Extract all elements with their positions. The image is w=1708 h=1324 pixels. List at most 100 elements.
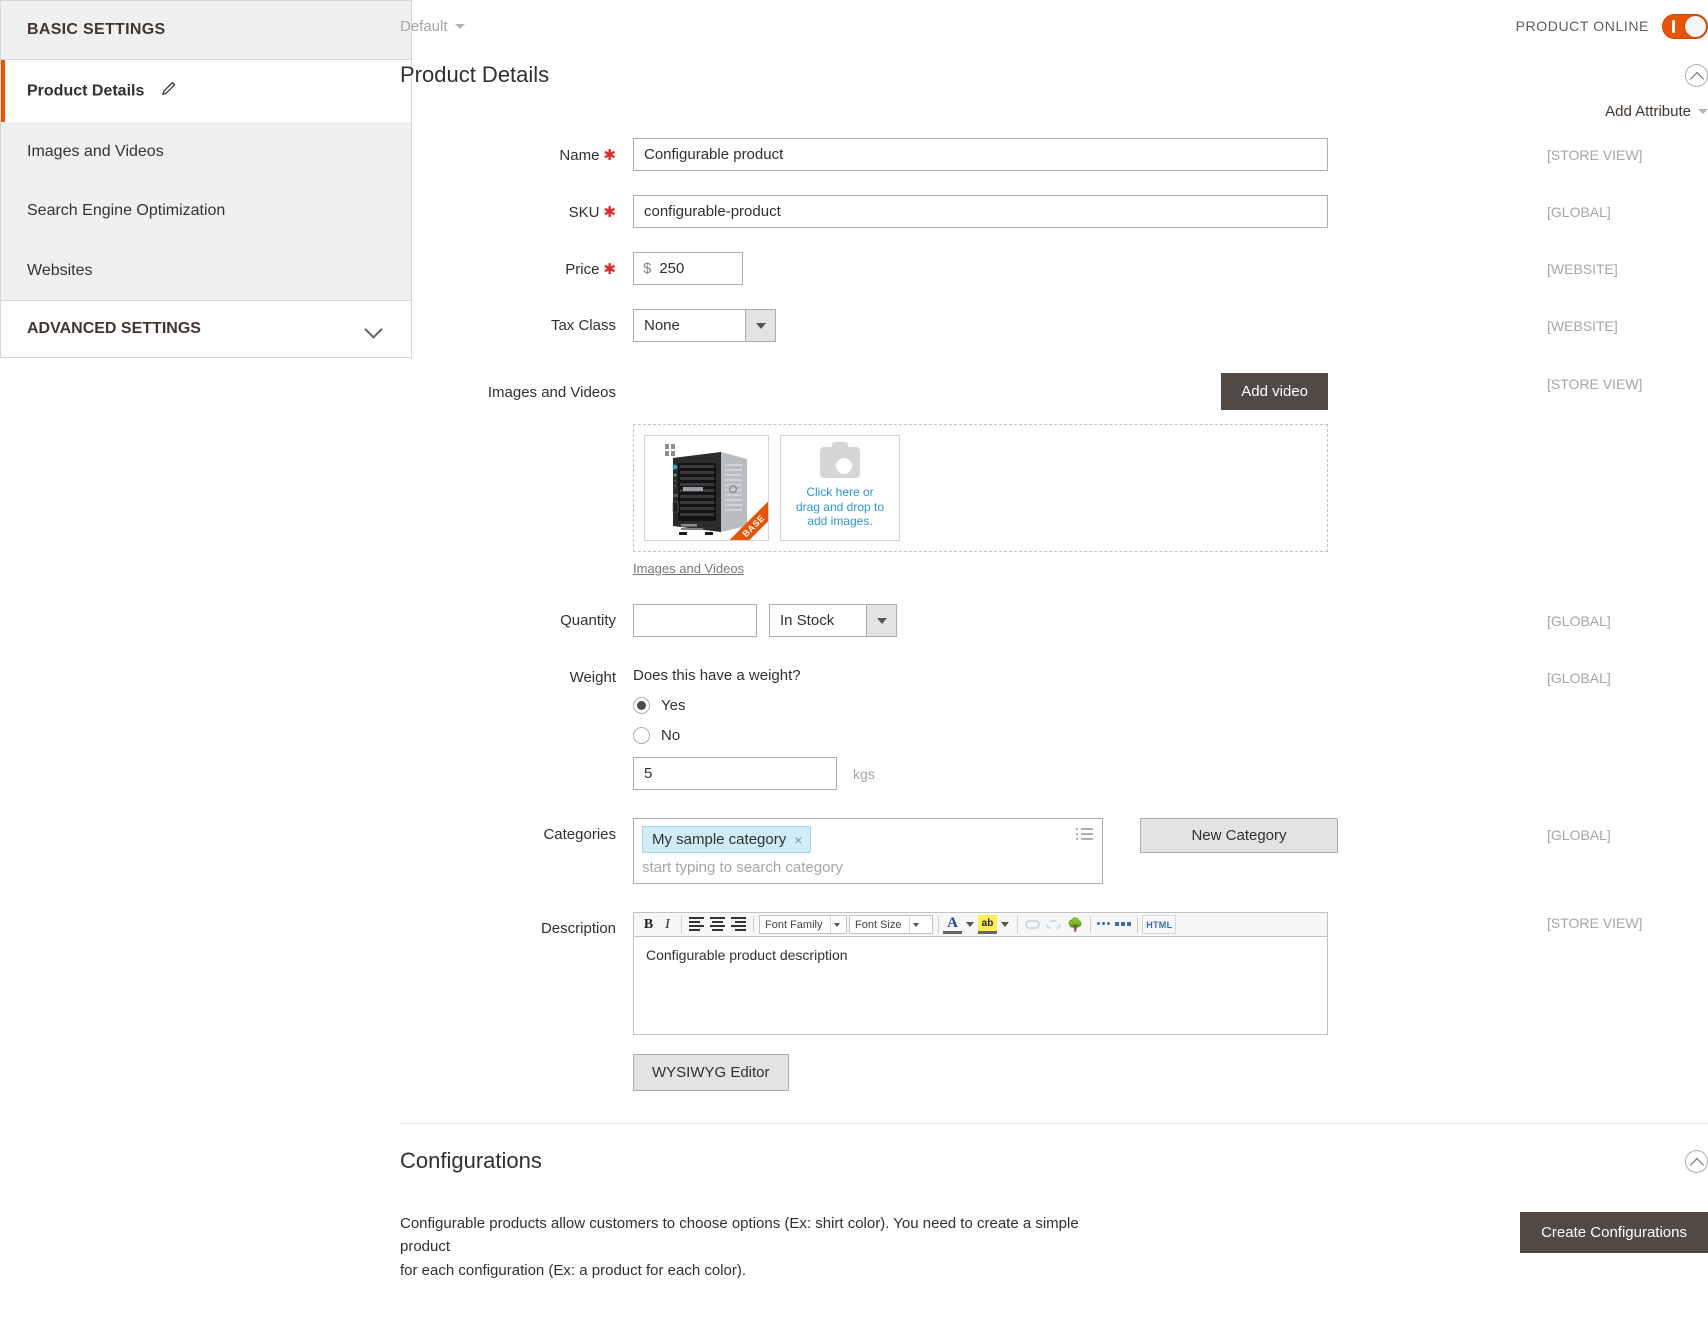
categories-control: My sample category × start typing to sea… — [633, 818, 1533, 884]
field-row-description: Description B I Font Family Font Size A … — [400, 912, 1708, 1091]
pencil-icon[interactable] — [161, 80, 178, 102]
font-family-select[interactable]: Font Family — [759, 915, 847, 934]
add-video-button[interactable]: Add video — [1221, 373, 1328, 410]
toolbar-divider — [753, 916, 754, 933]
weight-scope: [GLOBAL] — [1547, 670, 1611, 686]
font-size-select[interactable]: Font Size — [849, 915, 933, 934]
bold-icon[interactable]: B — [639, 915, 658, 934]
tax-class-control: None — [633, 309, 1533, 342]
background-color-icon[interactable]: ab — [978, 915, 997, 934]
weight-unit: kgs — [853, 765, 875, 782]
tax-class-scope: [WEBSITE] — [1547, 318, 1618, 334]
toolbar-divider — [681, 916, 682, 933]
tax-class-label: Tax Class — [550, 317, 616, 334]
weight-yes-option[interactable]: Yes — [633, 697, 1533, 714]
weight-no-option[interactable]: No — [633, 727, 1533, 744]
chevron-down-icon — [1698, 109, 1708, 114]
toolbar-divider — [938, 916, 939, 933]
description-scope: [STORE VIEW] — [1547, 915, 1643, 931]
add-attribute-button[interactable]: Add Attribute — [1605, 103, 1708, 120]
text-color-icon[interactable]: A — [943, 915, 962, 934]
product-image-thumbnail[interactable]: BASE — [644, 435, 769, 541]
field-row-sku: SKU✱ [GLOBAL] — [400, 195, 1708, 228]
sidebar-item-search-engine-optimization[interactable]: Search Engine Optimization — [1, 181, 411, 240]
name-input[interactable] — [633, 138, 1328, 171]
close-icon[interactable]: × — [794, 832, 802, 848]
new-category-button[interactable]: New Category — [1140, 818, 1338, 853]
align-right-icon[interactable] — [728, 915, 749, 934]
field-row-images: Images and Videos Add video BASE Click h… — [400, 373, 1708, 578]
images-scope: [STORE VIEW] — [1547, 376, 1643, 392]
store-view-switcher[interactable]: Default — [400, 18, 465, 35]
unordered-list-icon[interactable] — [1095, 915, 1114, 934]
quantity-control: In Stock — [633, 604, 1533, 637]
collapse-section-icon[interactable] — [1685, 63, 1708, 87]
sidebar-item-label: Product Details — [27, 82, 145, 100]
sidebar-item-label: Search Engine Optimization — [27, 202, 226, 220]
camera-icon — [820, 442, 860, 479]
image-gallery-dropzone[interactable]: BASE Click here or drag and drop to add … — [633, 424, 1328, 552]
ordered-list-icon[interactable] — [1114, 915, 1133, 934]
price-label-text: Price — [565, 261, 600, 278]
toggle-knob — [1685, 15, 1706, 37]
align-left-icon[interactable] — [686, 915, 707, 934]
configurations-body: Configurable products allow customers to… — [400, 1212, 1708, 1282]
description-editor: B I Font Family Font Size A ab 🌳 HTML Co… — [633, 912, 1328, 1091]
chevron-down-icon[interactable] — [1001, 922, 1009, 927]
html-source-icon[interactable]: HTML — [1142, 915, 1177, 934]
sidebar-item-images-and-videos[interactable]: Images and Videos — [1, 122, 411, 181]
italic-icon[interactable]: I — [658, 915, 677, 934]
description-label: Description — [540, 920, 616, 937]
align-center-icon[interactable] — [707, 915, 728, 934]
add-image-dropzone[interactable]: Click here or drag and drop to add image… — [780, 435, 900, 541]
categories-multiselect[interactable]: My sample category × start typing to sea… — [633, 818, 1103, 884]
top-bar: Default PRODUCT ONLINE — [400, 0, 1708, 52]
name-label-text: Name — [559, 147, 600, 164]
category-chip-label: My sample category — [652, 831, 787, 848]
chevron-down-icon[interactable] — [966, 922, 974, 927]
required-marker: ✱ — [603, 147, 616, 164]
advanced-settings-toggle[interactable]: ADVANCED SETTINGS — [1, 299, 411, 357]
price-control: $ — [633, 252, 1533, 285]
weight-no-radio[interactable] — [633, 727, 650, 744]
sidebar-items: Product Details Images and Videos Search… — [1, 60, 411, 300]
sku-input[interactable] — [633, 195, 1328, 228]
wysiwyg-editor-button[interactable]: WYSIWYG Editor — [633, 1054, 789, 1091]
price-box: $ — [633, 252, 743, 285]
required-marker: ✱ — [603, 204, 616, 221]
insert-link-icon[interactable] — [1022, 915, 1043, 934]
sidebar-item-websites[interactable]: Websites — [1, 241, 411, 300]
sidebar-item-product-details[interactable]: Product Details — [1, 60, 411, 123]
chevron-down-icon — [866, 605, 896, 636]
categories-placeholder[interactable]: start typing to search category — [642, 859, 1094, 876]
product-online-toggle[interactable] — [1662, 13, 1708, 39]
chevron-down-icon — [830, 916, 843, 933]
price-input[interactable] — [657, 259, 742, 278]
weight-question: Does this have a weight? — [633, 667, 801, 684]
create-configurations-button[interactable]: Create Configurations — [1520, 1212, 1708, 1253]
product-online-label: PRODUCT ONLINE — [1515, 18, 1649, 34]
configurations-section-header: Configurations — [400, 1124, 1708, 1174]
collapse-configurations-icon[interactable] — [1685, 1149, 1708, 1173]
unlink-icon[interactable] — [1043, 915, 1064, 934]
stock-status-select[interactable]: In Stock — [769, 604, 897, 637]
quantity-scope: [GLOBAL] — [1547, 613, 1611, 629]
images-and-videos-link[interactable]: Images and Videos — [633, 561, 744, 576]
name-control — [633, 138, 1533, 171]
chevron-down-icon — [909, 916, 922, 933]
insert-image-icon[interactable]: 🌳 — [1064, 915, 1086, 934]
name-scope: [STORE VIEW] — [1547, 147, 1643, 163]
weight-yes-radio[interactable] — [633, 697, 650, 714]
configurations-description-line-1: Configurable products allow customers to… — [400, 1215, 1079, 1256]
product-online-control: PRODUCT ONLINE — [1515, 13, 1708, 39]
quantity-input[interactable] — [633, 604, 757, 637]
weight-input[interactable] — [634, 765, 853, 782]
tax-class-select[interactable]: None — [633, 309, 776, 342]
category-chip: My sample category × — [642, 826, 812, 853]
description-textarea[interactable]: Configurable product description — [633, 937, 1328, 1035]
configurations-description-line-2: for each configuration (Ex: a product fo… — [400, 1261, 747, 1279]
list-icon[interactable] — [1076, 828, 1093, 842]
stock-status-value: In Stock — [780, 612, 835, 629]
description-control: B I Font Family Font Size A ab 🌳 HTML Co… — [633, 912, 1533, 1091]
sku-label: SKU ✱ — [400, 195, 633, 221]
